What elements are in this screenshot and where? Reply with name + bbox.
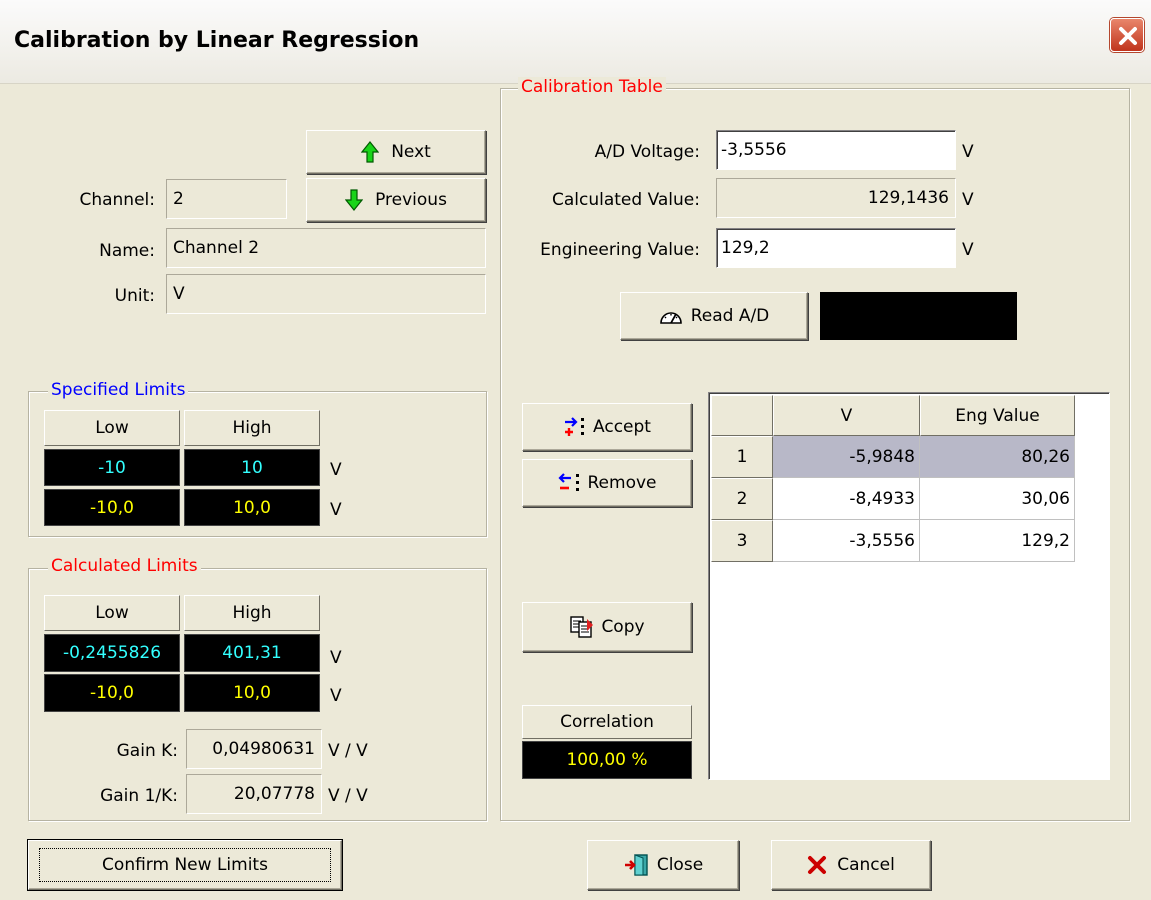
ad-voltage-unit: V bbox=[962, 142, 974, 162]
unit-field: V bbox=[166, 274, 486, 314]
close-icon bbox=[1119, 27, 1137, 45]
gain-k-field: 0,04980631 bbox=[186, 729, 322, 769]
calculated-value-field: 129,1436 bbox=[716, 178, 956, 218]
calculated-high-value-2: 10,0 bbox=[184, 674, 320, 712]
grid-cell-eng[interactable]: 129,2 bbox=[920, 520, 1075, 562]
calibration-grid[interactable]: V Eng Value 1 -5,9848 80,26 2 -8,4933 30… bbox=[708, 392, 1110, 780]
gain-inv-unit: V / V bbox=[328, 786, 368, 806]
close-label: Close bbox=[656, 855, 704, 875]
ad-voltage-label: A/D Voltage: bbox=[594, 142, 700, 162]
calculated-low-value-2: -10,0 bbox=[44, 674, 180, 712]
gauge-icon bbox=[659, 307, 683, 325]
cancel-x-icon bbox=[807, 855, 827, 875]
calculated-low-value: -0,2455826 bbox=[44, 634, 180, 672]
grid-cell-v[interactable]: -3,5556 bbox=[773, 520, 920, 562]
next-label: Next bbox=[391, 142, 431, 162]
calibration-table-title: Calibration Table bbox=[518, 77, 666, 97]
next-button[interactable]: Next bbox=[306, 130, 486, 174]
gain-k-unit: V / V bbox=[328, 741, 368, 761]
correlation-header: Correlation bbox=[522, 705, 692, 739]
grid-cell-v[interactable]: -8,4933 bbox=[773, 478, 920, 520]
specified-low-header: Low bbox=[44, 410, 180, 446]
specified-high-value: 10 bbox=[184, 449, 320, 486]
arrow-down-icon bbox=[345, 189, 364, 211]
window-title: Calibration by Linear Regression bbox=[14, 28, 420, 53]
channel-field: 2 bbox=[166, 179, 287, 219]
copy-button[interactable]: Copy bbox=[522, 602, 692, 652]
copy-label: Copy bbox=[601, 617, 645, 637]
calculated-low-header: Low bbox=[44, 595, 180, 631]
calculated-unit-1: V bbox=[330, 648, 342, 668]
gain-inv-label: Gain 1/K: bbox=[100, 786, 178, 806]
confirm-new-limits-label: Confirm New Limits bbox=[39, 848, 331, 882]
specified-low-value: -10 bbox=[44, 449, 180, 486]
grid-row-header[interactable]: 1 bbox=[711, 436, 773, 478]
grid-cell-eng[interactable]: 30,06 bbox=[920, 478, 1075, 520]
calculated-limits-title: Calculated Limits bbox=[48, 556, 201, 576]
accept-button[interactable]: Accept bbox=[522, 403, 692, 451]
remove-label: Remove bbox=[587, 473, 657, 493]
engineering-value-unit: V bbox=[962, 240, 974, 260]
confirm-new-limits-button[interactable]: Confirm New Limits bbox=[28, 840, 342, 890]
specified-limits-title: Specified Limits bbox=[48, 380, 189, 400]
calculated-value-unit: V bbox=[962, 190, 974, 210]
grid-corner bbox=[711, 395, 773, 436]
correlation-value: 100,00 % bbox=[522, 741, 692, 779]
grid-header-eng[interactable]: Eng Value bbox=[920, 395, 1075, 436]
exit-door-icon bbox=[623, 853, 649, 877]
grid-header-v[interactable]: V bbox=[773, 395, 920, 436]
accept-label: Accept bbox=[593, 417, 651, 437]
grid-row-header[interactable]: 2 bbox=[711, 478, 773, 520]
specified-low-value-2: -10,0 bbox=[44, 489, 180, 526]
ad-reading-display bbox=[820, 292, 1017, 340]
remove-row-icon bbox=[557, 472, 582, 494]
previous-label: Previous bbox=[375, 190, 447, 210]
previous-button[interactable]: Previous bbox=[306, 178, 486, 222]
remove-button[interactable]: Remove bbox=[522, 459, 692, 507]
copy-icon bbox=[569, 615, 595, 639]
calculated-high-value: 401,31 bbox=[184, 634, 320, 672]
read-ad-button[interactable]: Read A/D bbox=[620, 292, 808, 340]
engineering-value-input[interactable]: 129,2 bbox=[716, 228, 956, 268]
name-field: Channel 2 bbox=[166, 228, 486, 268]
name-label: Name: bbox=[99, 241, 155, 261]
channel-label: Channel: bbox=[79, 190, 155, 210]
grid-cell-eng[interactable]: 80,26 bbox=[920, 436, 1075, 478]
specified-unit-2: V bbox=[330, 500, 342, 520]
gain-inv-field: 20,07778 bbox=[186, 774, 322, 814]
unit-label: Unit: bbox=[114, 286, 155, 306]
calculated-unit-2: V bbox=[330, 686, 342, 706]
gain-k-label: Gain K: bbox=[116, 741, 178, 761]
accept-row-icon bbox=[563, 416, 587, 438]
ad-voltage-input[interactable]: -3,5556 bbox=[716, 130, 956, 170]
engineering-value-label: Engineering Value: bbox=[540, 240, 700, 260]
cancel-button[interactable]: Cancel bbox=[771, 840, 931, 890]
arrow-up-icon bbox=[361, 141, 380, 163]
cancel-label: Cancel bbox=[837, 855, 895, 875]
read-ad-label: Read A/D bbox=[690, 306, 770, 326]
grid-row-header[interactable]: 3 bbox=[711, 520, 773, 562]
specified-high-header: High bbox=[184, 410, 320, 446]
grid-cell-v[interactable]: -5,9848 bbox=[773, 436, 920, 478]
window-close-button[interactable] bbox=[1110, 18, 1144, 52]
close-button[interactable]: Close bbox=[587, 840, 739, 890]
specified-unit-1: V bbox=[330, 460, 342, 480]
calculated-value-label: Calculated Value: bbox=[551, 190, 700, 210]
specified-high-value-2: 10,0 bbox=[184, 489, 320, 526]
calculated-high-header: High bbox=[184, 595, 320, 631]
